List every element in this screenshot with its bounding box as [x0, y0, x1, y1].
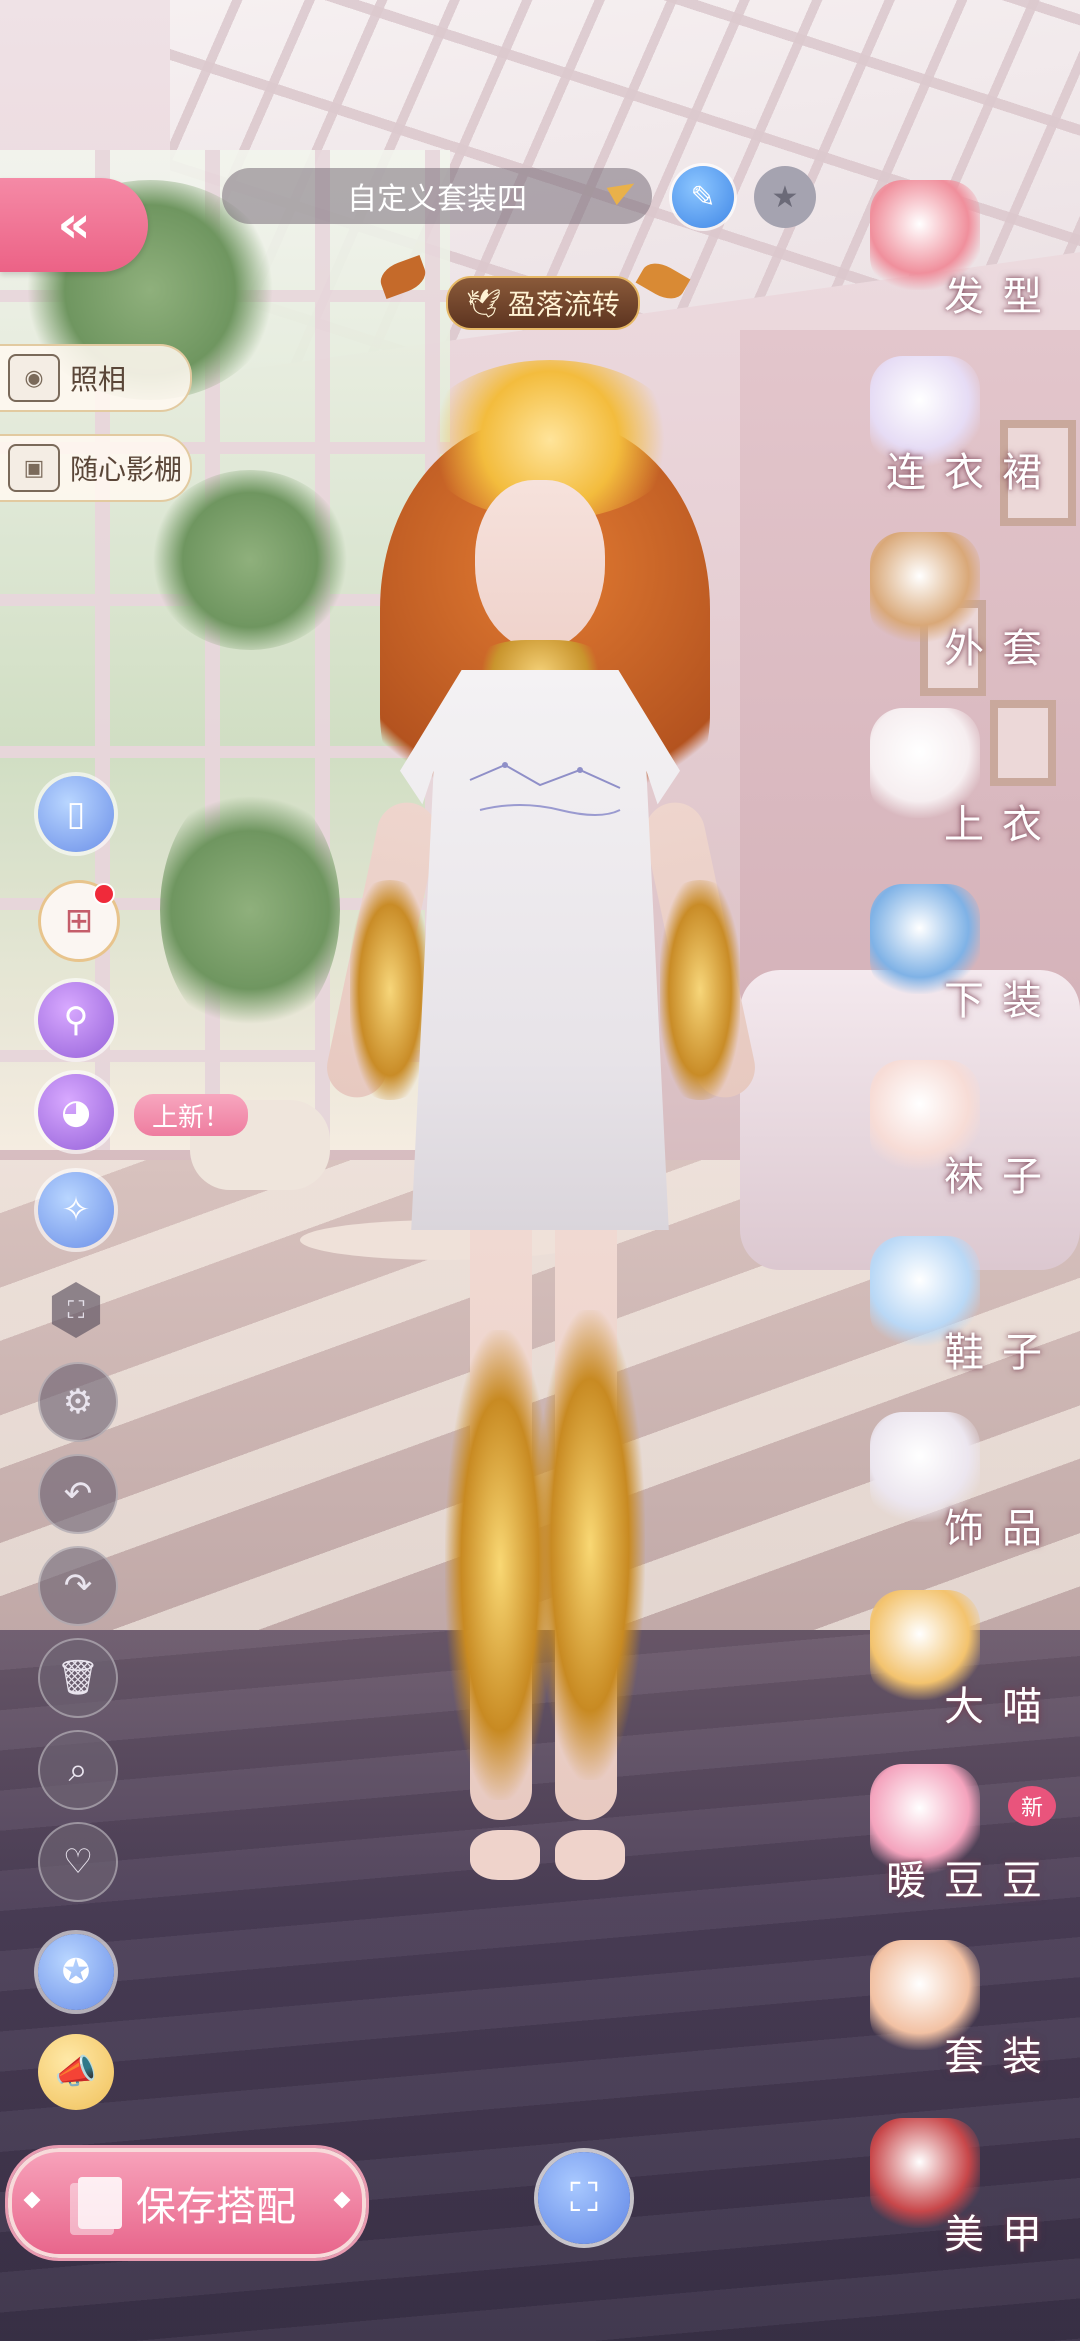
category-shoes[interactable]: 鞋子	[870, 1236, 1070, 1386]
star-icon: ★	[771, 179, 799, 215]
double-chevron-left-icon: «	[57, 195, 91, 255]
search-filter-button[interactable]: ⚲	[38, 982, 114, 1058]
category-label: 上衣	[944, 802, 1060, 848]
undo-icon: ↶	[63, 1474, 93, 1514]
favorite-button[interactable]: ★	[754, 166, 816, 228]
category-label: 饰品	[944, 1506, 1060, 1552]
left-foot	[470, 1830, 540, 1880]
gear-icon: ⚙	[62, 1382, 94, 1422]
golden-armlet	[350, 880, 430, 1100]
category-label: 下装	[944, 978, 1060, 1024]
palette-button[interactable]: ◕	[38, 1074, 114, 1150]
category-coat[interactable]: 外套	[870, 532, 1070, 682]
category-label: 鞋子	[944, 1330, 1060, 1376]
camera-icon: ◉	[8, 354, 60, 402]
category-label: 大喵	[944, 1684, 1060, 1730]
category-suit[interactable]: 套装	[870, 1940, 1070, 2090]
character-face	[475, 480, 605, 650]
fullscreen-icon: ⛶	[67, 1296, 85, 1324]
dress-constellation-print	[469, 762, 621, 816]
new-badge: 新	[1008, 1786, 1056, 1826]
phone-pose-button[interactable]: ▯	[38, 776, 114, 852]
category-top[interactable]: 上衣	[870, 708, 1070, 858]
set-badge[interactable]: 🕊 盈落流转	[446, 276, 640, 330]
pose-button[interactable]: ✧	[38, 1172, 114, 1248]
category-socks[interactable]: 袜子	[870, 1060, 1070, 1210]
new-tag: 上新！	[134, 1094, 249, 1136]
photo-button[interactable]: ◉ 照相	[0, 344, 192, 412]
megaphone-icon: 📣	[54, 2052, 98, 2092]
rename-button[interactable]: ✎	[672, 166, 734, 228]
photo-label: 照相	[70, 363, 127, 396]
right-foot	[555, 1830, 625, 1880]
diamond-ornament	[333, 2191, 351, 2209]
studio-label: 随心影棚	[70, 453, 183, 486]
magnifier-icon: ⚲	[63, 1000, 89, 1040]
save-cards-icon	[78, 2177, 122, 2229]
redo-icon: ↷	[63, 1566, 93, 1606]
bird-icon: 🕊	[466, 286, 502, 320]
save-outfit-button[interactable]: 保存搭配	[8, 2148, 366, 2258]
category-accessory[interactable]: 饰品	[870, 1412, 1070, 1562]
zoom-button[interactable]: ⌕	[38, 1730, 118, 1810]
diamond-ornament	[23, 2191, 41, 2209]
outfit-name-field[interactable]: 自定义套装四	[222, 168, 652, 224]
like-button[interactable]: ♡	[38, 1822, 118, 1902]
back-button[interactable]: «	[0, 178, 148, 272]
delete-button[interactable]: 🗑	[38, 1638, 118, 1718]
category-label: 美甲	[944, 2212, 1060, 2258]
add-item-button[interactable]: ⊞	[38, 880, 120, 962]
category-nail-polish[interactable]: 美甲	[870, 2118, 1070, 2268]
phone-icon: ▯	[66, 794, 86, 834]
golden-leg-ornament	[535, 1310, 645, 1780]
category-dress[interactable]: 连衣裙	[870, 356, 1070, 506]
box-icon: ▣	[8, 444, 60, 492]
sparkle-icon: ✧	[61, 1190, 91, 1230]
category-doll[interactable]: 暖豆豆 新	[870, 1764, 1070, 1914]
category-bottoms[interactable]: 下装	[870, 884, 1070, 1034]
announcement-button[interactable]: 📣	[38, 2034, 114, 2110]
golden-armlet	[660, 880, 740, 1100]
category-label: 套装	[944, 2034, 1060, 2080]
category-cat[interactable]: 大喵	[870, 1590, 1070, 1740]
shirt-frame-icon: ⛶	[570, 2175, 598, 2221]
notification-dot	[93, 883, 115, 905]
undo-button[interactable]: ↶	[38, 1454, 118, 1534]
edit-arrow-icon	[606, 174, 640, 206]
category-label: 发型	[944, 274, 1060, 320]
star-badge-icon: ✪	[61, 1952, 91, 1992]
collection-button[interactable]: ✪	[38, 1934, 114, 2010]
outfit-focus-button[interactable]: ⛶	[538, 2152, 630, 2244]
redo-button[interactable]: ↷	[38, 1546, 118, 1626]
set-badge-label: 盈落流转	[507, 288, 620, 321]
save-label: 保存搭配	[136, 2184, 296, 2230]
category-label: 暖豆豆	[886, 1858, 1060, 1904]
studio-button[interactable]: ▣ 随心影棚	[0, 434, 192, 502]
pencil-icon: ✎	[690, 179, 716, 215]
category-label: 袜子	[944, 1154, 1060, 1200]
outfit-name: 自定义套装四	[347, 182, 527, 217]
plus-icon: ⊞	[64, 901, 94, 941]
category-hairstyle[interactable]: 发型	[870, 180, 1070, 330]
category-label: 连衣裙	[886, 450, 1060, 496]
heart-icon: ♡	[62, 1842, 94, 1882]
settings-button[interactable]: ⚙	[38, 1362, 118, 1442]
category-label: 外套	[944, 626, 1060, 672]
trash-icon: 🗑	[56, 1658, 100, 1698]
palette-icon: ◕	[61, 1092, 91, 1132]
search-icon: ⌕	[68, 1750, 88, 1790]
